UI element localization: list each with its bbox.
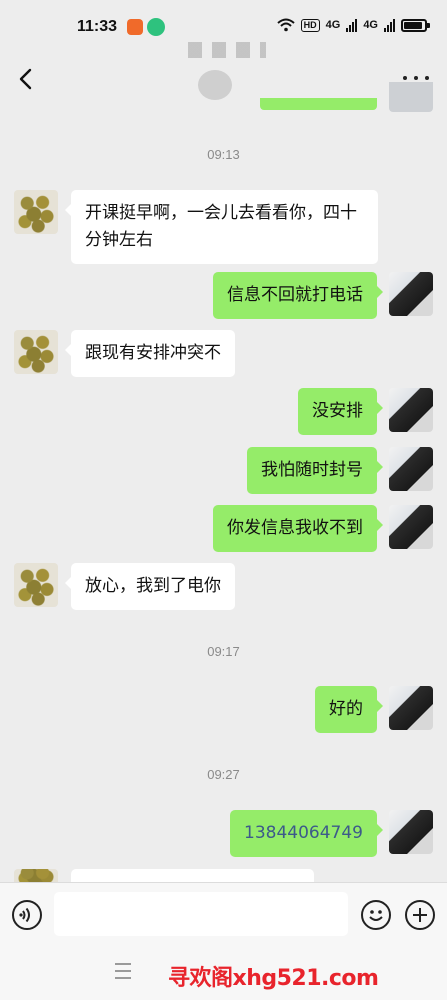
menu-icon[interactable] [115,963,131,979]
incoming-message[interactable]: 放心，我到了电你 [65,563,235,610]
status-time: 11:33 [77,18,118,35]
shield-app-icon [147,18,165,36]
input-bar [0,882,447,948]
self-avatar[interactable] [389,686,433,730]
self-avatar[interactable] [389,388,433,432]
voice-icon[interactable] [12,900,42,930]
emoji-icon[interactable] [361,900,391,930]
navigation-area: 寻欢阁xhg521.com [0,948,447,1000]
message-timestamp: 09:17 [207,644,240,659]
outgoing-message[interactable]: 没安排 [298,388,383,435]
network-label-1: 4G [325,19,341,31]
self-avatar[interactable] [389,272,433,316]
incoming-message-partial [71,869,314,882]
chat-header [0,42,447,104]
contact-avatar[interactable] [14,330,58,374]
phone-number-message[interactable]: 13844064749 [230,810,383,857]
outgoing-message[interactable]: 信息不回就打电话 [213,272,383,319]
contact-avatar-partial [14,869,58,882]
back-arrow-icon[interactable] [14,64,40,94]
network-label-2: 4G [363,19,378,31]
chat-messages: 09:13 开课挺早啊，一会儿去看看你，四十分钟左右 信息不回就打电话 跟现有安… [0,104,447,882]
self-avatar[interactable] [389,505,433,549]
outgoing-message[interactable]: 好的 [315,686,383,733]
contact-avatar[interactable] [14,563,58,607]
contact-title-blurred[interactable] [188,42,268,102]
self-avatar[interactable] [389,447,433,491]
signal-icon-2 [384,18,395,32]
incoming-message[interactable]: 跟现有安排冲突不 [65,330,235,377]
self-avatar[interactable] [389,810,433,854]
outgoing-message[interactable]: 你发信息我收不到 [213,505,383,552]
signal-icon-1 [346,18,358,32]
battery-icon [401,18,430,32]
outgoing-message[interactable]: 我怕随时封号 [247,447,383,494]
notification-app-icon [127,19,143,35]
watermark-text: 寻欢阁xhg521.com [168,966,379,991]
message-input[interactable] [54,892,348,936]
plus-icon[interactable] [405,900,435,930]
message-timestamp: 09:27 [207,767,240,782]
message-timestamp: 09:13 [207,147,240,162]
wifi-icon [276,18,295,32]
incoming-message[interactable]: 开课挺早啊，一会儿去看看你，四十分钟左右 [65,190,378,264]
status-indicators: HD 4G 4G [276,18,430,32]
contact-avatar[interactable] [14,190,58,234]
hd-badge: HD [300,18,320,32]
